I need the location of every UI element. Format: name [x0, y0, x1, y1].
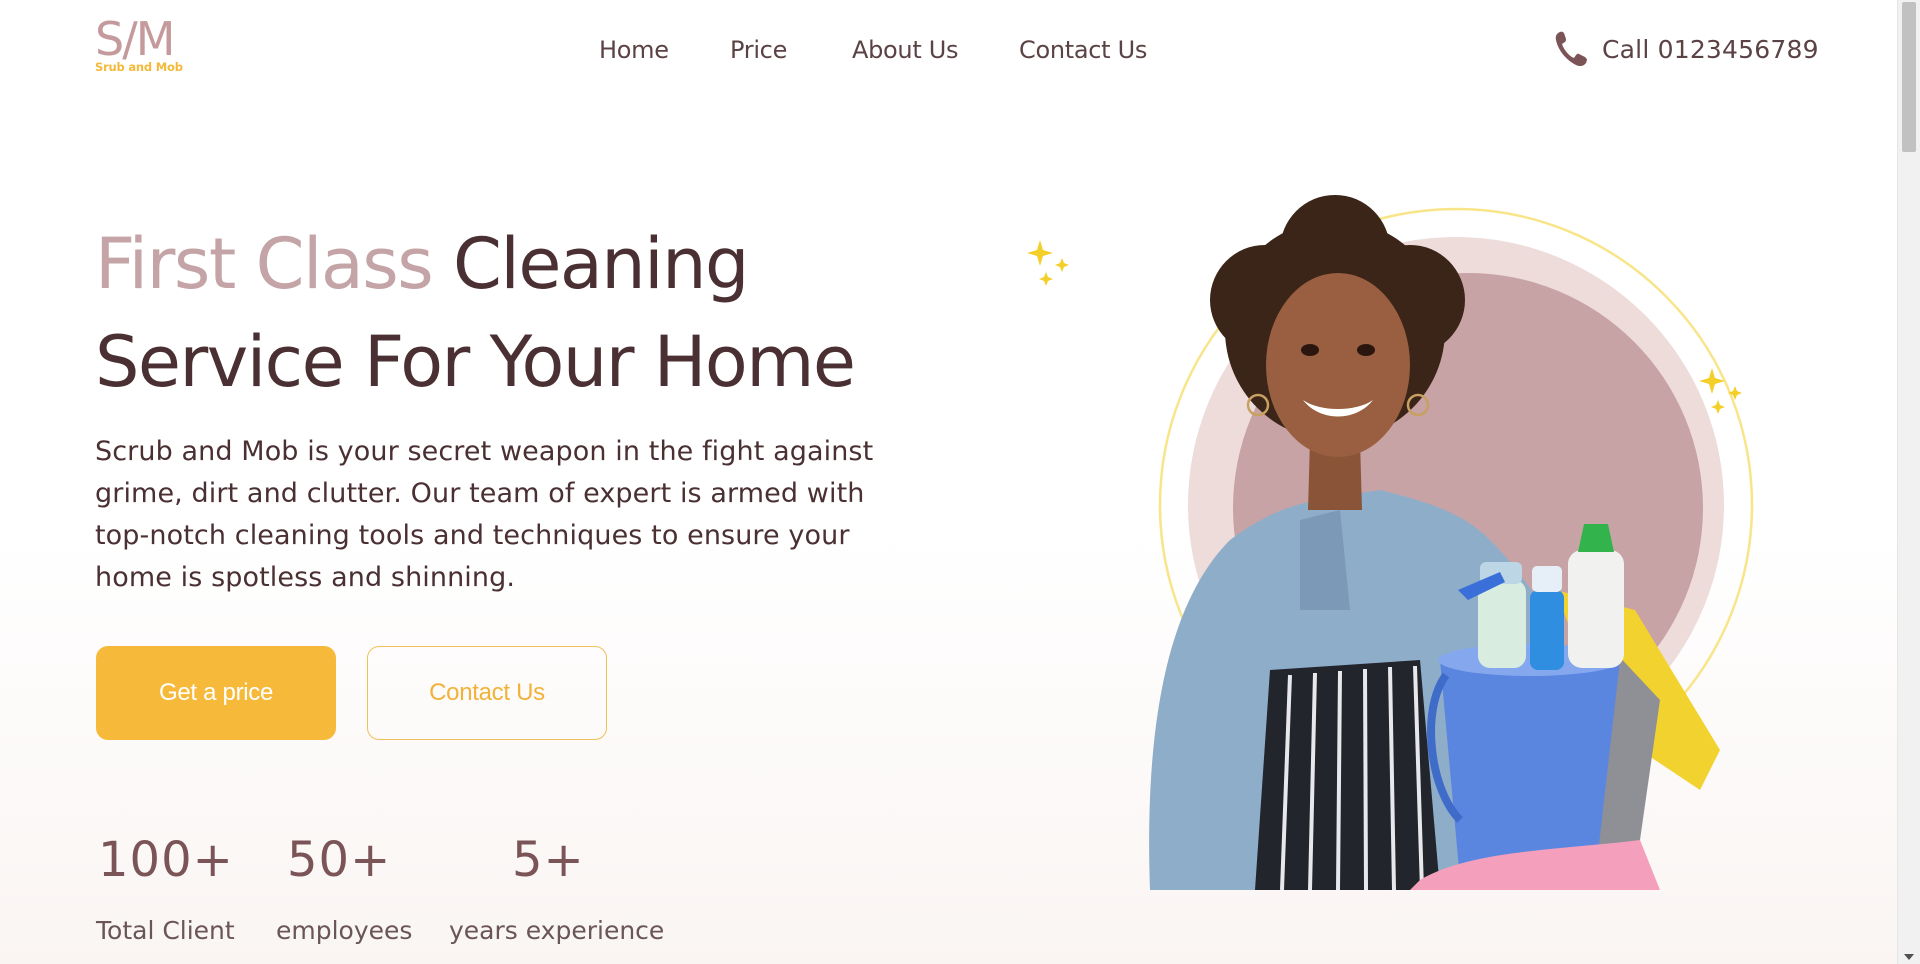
stat-employees-label: employees: [276, 916, 413, 945]
landing-page: S/M Srub and Mob Home Price About Us Con…: [0, 0, 1920, 964]
hero-title-accent: First Class: [95, 223, 434, 305]
call-label: Call 0123456789: [1602, 34, 1819, 64]
hero-illustration: [1027, 195, 1754, 890]
stat-total-client-value: 100+: [98, 832, 234, 888]
nav-link-contact-us[interactable]: Contact Us: [1019, 36, 1147, 64]
stat-years-label: years experience: [449, 916, 665, 945]
nav-link-about-us[interactable]: About Us: [852, 36, 959, 64]
get-a-price-button[interactable]: Get a price: [96, 646, 336, 740]
contact-us-button[interactable]: Contact Us: [367, 646, 607, 740]
nav-link-price[interactable]: Price: [730, 36, 787, 64]
bucket-image: [1427, 644, 1622, 880]
hero-description: Scrub and Mob is your secret weapon in t…: [95, 436, 874, 593]
logo-subtitle: Srub and Mob: [95, 60, 183, 74]
nav-link-home[interactable]: Home: [599, 36, 669, 64]
hero-title-line2: Service For Your Home: [95, 321, 856, 403]
stat-total-client-label: Total Client: [96, 916, 235, 945]
logo-mark: S/M: [95, 12, 175, 66]
hero-title: First Class Cleaning Service For Your Ho…: [95, 215, 995, 411]
scrollbar-thumb[interactable]: [1902, 2, 1916, 152]
scroll-down-arrow-icon[interactable]: [1904, 954, 1914, 960]
phone-icon: [1555, 31, 1587, 67]
sparkle-icon: [1027, 240, 1069, 286]
stat-employees-value: 50+: [287, 832, 392, 888]
hero-title-part: Cleaning: [453, 223, 749, 305]
stat-years-value: 5+: [512, 832, 585, 888]
page-scrollbar[interactable]: [1897, 0, 1920, 964]
brand-logo[interactable]: S/M Srub and Mob: [95, 16, 195, 80]
call-link[interactable]: Call 0123456789: [1554, 30, 1819, 68]
